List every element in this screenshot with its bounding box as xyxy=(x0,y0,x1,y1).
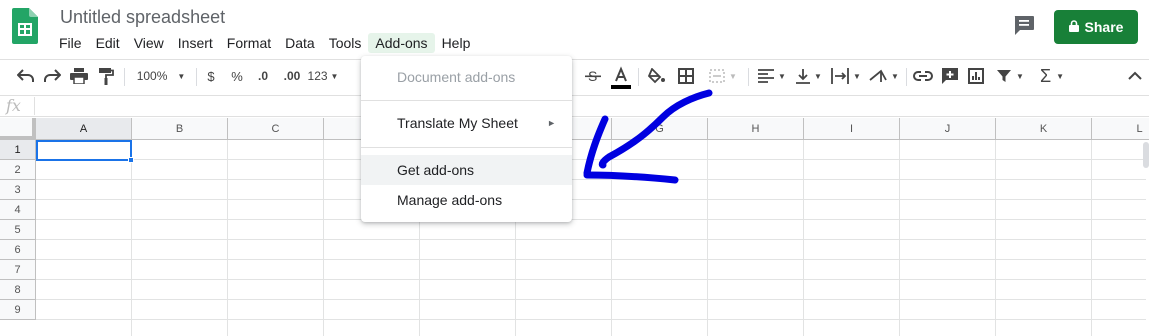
zoom-select[interactable]: 100% ▼ xyxy=(132,66,190,86)
zoom-value: 100% xyxy=(136,69,168,83)
menu-tools[interactable]: Tools xyxy=(322,33,369,53)
select-all-corner[interactable] xyxy=(0,118,36,140)
formula-bar[interactable] xyxy=(0,95,1149,117)
chevron-down-icon: ▼ xyxy=(729,71,737,81)
text-wrap-icon[interactable]: ▼ xyxy=(830,66,862,86)
collapse-toolbar-icon[interactable] xyxy=(1127,66,1143,86)
column-header[interactable]: A xyxy=(36,118,132,140)
more-formats-button[interactable]: 123 ▼ xyxy=(306,66,340,86)
fill-handle[interactable] xyxy=(128,157,134,163)
decrease-decimals-button[interactable]: .0 xyxy=(253,66,273,86)
strikethrough-icon[interactable]: S xyxy=(584,66,602,86)
row-header[interactable]: 9 xyxy=(0,300,36,320)
currency-format-button[interactable]: $ xyxy=(203,66,219,86)
column-header[interactable]: B xyxy=(132,118,228,140)
spreadsheet-grid[interactable]: ABCDEFGHIJKL123456789 xyxy=(0,118,1149,336)
addons-dropdown-menu: Document add-ons Translate My Sheet ► Ge… xyxy=(361,56,572,222)
fill-color-icon[interactable] xyxy=(647,66,667,86)
vertical-scrollbar[interactable] xyxy=(1143,142,1149,168)
menu-bar: File Edit View Insert Format Data Tools … xyxy=(52,32,477,54)
borders-icon[interactable] xyxy=(676,66,696,86)
row-header[interactable]: 2 xyxy=(0,160,36,180)
menu-item-translate-my-sheet[interactable]: Translate My Sheet ► xyxy=(361,108,572,138)
menu-data[interactable]: Data xyxy=(278,33,322,53)
horizontal-align-icon[interactable]: ▼ xyxy=(756,66,788,86)
row-header[interactable]: 3 xyxy=(0,180,36,200)
column-header[interactable]: G xyxy=(612,118,708,140)
chevron-down-icon: ▼ xyxy=(330,71,339,81)
menu-divider xyxy=(361,100,572,101)
share-button[interactable]: Share xyxy=(1054,10,1138,44)
redo-icon[interactable] xyxy=(42,66,62,86)
chevron-down-icon: ▼ xyxy=(1056,71,1065,81)
comment-icon[interactable] xyxy=(1012,14,1038,36)
menu-item-manage-addons[interactable]: Manage add-ons xyxy=(361,185,572,215)
print-icon[interactable] xyxy=(69,66,89,86)
menu-item-document-addons: Document add-ons xyxy=(361,62,572,92)
column-header[interactable]: L xyxy=(1092,118,1149,140)
fx-label: fx xyxy=(6,96,21,115)
row-header[interactable]: 1 xyxy=(0,140,36,160)
undo-icon[interactable] xyxy=(16,66,36,86)
menu-item-label: Document add-ons xyxy=(397,69,516,85)
menu-item-label: Translate My Sheet xyxy=(397,115,518,131)
menu-file[interactable]: File xyxy=(52,33,89,53)
share-label: Share xyxy=(1084,19,1124,35)
vertical-align-icon[interactable]: ▼ xyxy=(794,66,824,86)
link-icon[interactable] xyxy=(913,66,933,86)
menu-item-get-addons[interactable]: Get add-ons xyxy=(361,155,572,185)
menu-item-label: Manage add-ons xyxy=(397,192,503,208)
menu-format[interactable]: Format xyxy=(220,33,278,53)
insert-comment-icon[interactable] xyxy=(940,66,960,86)
row-header[interactable]: 5 xyxy=(0,220,36,240)
filter-icon[interactable]: ▼ xyxy=(993,66,1027,86)
chevron-down-icon: ▼ xyxy=(853,71,861,81)
submenu-arrow-icon: ► xyxy=(547,118,556,128)
text-color-icon[interactable] xyxy=(610,66,632,90)
menu-help[interactable]: Help xyxy=(435,33,478,53)
chevron-down-icon: ▼ xyxy=(814,71,822,81)
toolbar: 100% ▼ $ % .0 .00 123 ▼ S ▼ ▼ ▼ ▼ ▼ ▼ Σ … xyxy=(0,60,1149,92)
increase-decimals-button[interactable]: .00 xyxy=(280,66,304,86)
column-header[interactable]: H xyxy=(708,118,804,140)
sigma-glyph: Σ xyxy=(1039,65,1052,86)
column-header[interactable]: I xyxy=(804,118,900,140)
formula-bar-divider xyxy=(34,97,35,115)
active-cell[interactable] xyxy=(36,140,132,161)
menu-insert[interactable]: Insert xyxy=(171,33,220,53)
row-header[interactable]: 6 xyxy=(0,240,36,260)
row-header[interactable]: 7 xyxy=(0,260,36,280)
chevron-down-icon: ▼ xyxy=(891,71,899,81)
column-header[interactable]: C xyxy=(228,118,324,140)
document-title[interactable]: Untitled spreadsheet xyxy=(60,7,225,28)
column-header[interactable]: K xyxy=(996,118,1092,140)
menu-divider xyxy=(361,147,572,148)
merge-cells-icon[interactable]: ▼ xyxy=(704,66,742,86)
menu-addons[interactable]: Add-ons xyxy=(368,33,435,53)
lock-icon xyxy=(1068,19,1079,35)
chevron-down-icon: ▼ xyxy=(1016,71,1024,81)
chevron-down-icon: ▼ xyxy=(177,71,186,81)
insert-chart-icon[interactable] xyxy=(966,66,986,86)
functions-icon[interactable]: Σ ▼ xyxy=(1036,66,1068,86)
column-header[interactable]: J xyxy=(900,118,996,140)
more-formats-label: 123 xyxy=(307,69,328,83)
percent-format-button[interactable]: % xyxy=(229,66,245,86)
menu-edit[interactable]: Edit xyxy=(89,33,127,53)
row-header[interactable]: 8 xyxy=(0,280,36,300)
menu-item-label: Get add-ons xyxy=(397,162,475,178)
paint-format-icon[interactable] xyxy=(96,66,116,86)
chevron-down-icon: ▼ xyxy=(778,71,786,81)
menu-view[interactable]: View xyxy=(127,33,171,53)
row-header[interactable]: 4 xyxy=(0,200,36,220)
google-sheets-logo[interactable] xyxy=(12,8,38,44)
text-rotation-icon[interactable]: ▼ xyxy=(868,66,900,86)
